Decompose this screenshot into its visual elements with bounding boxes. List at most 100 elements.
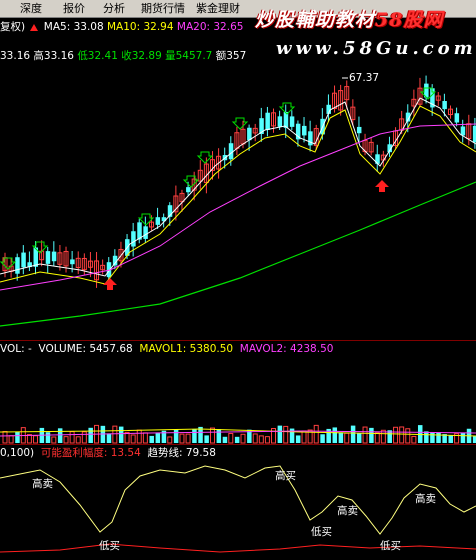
volume-bar: [155, 432, 161, 443]
candle-down: [356, 126, 362, 134]
volume-bar: [252, 433, 258, 444]
open-value: 33.16: [0, 50, 31, 62]
candle-down: [454, 113, 460, 123]
candle-down: [143, 226, 148, 239]
candle-down: [302, 125, 307, 136]
candle-down: [247, 127, 252, 141]
candle-down: [289, 116, 295, 127]
volume-bar: [15, 431, 20, 443]
volume-bar: [338, 432, 344, 443]
volume-bar: [8, 435, 14, 444]
volume-bar: [277, 425, 283, 443]
signal-label: 高卖: [337, 505, 358, 517]
volume-bar: [185, 433, 191, 444]
candlestick-chart[interactable]: [0, 0, 476, 560]
vol-indicator-name: VOL: -: [0, 343, 32, 355]
candle-down: [51, 251, 57, 262]
volume-bar: [301, 430, 307, 444]
volume-bar: [356, 433, 362, 443]
quote-info-bar: 33.16 高33.16 低32.41 收32.89 量5457.7 额357: [0, 50, 246, 63]
trend-value: 趋势线: 79.58: [147, 447, 216, 459]
volume-bar: [424, 431, 429, 443]
buy-arrow-icon: [103, 278, 117, 290]
volume-bar: [173, 429, 179, 443]
panel-divider: [0, 340, 476, 341]
volume-bar: [332, 427, 338, 443]
volume-bar: [118, 426, 124, 443]
high-value: 高33.16: [33, 50, 74, 62]
ma20-value: MA20: 32.65: [176, 21, 244, 33]
volume-info-bar: VOL: - VOLUME: 5457.68 MAVOL1: 5380.50 M…: [0, 343, 333, 356]
mavol1-value: MAVOL1: 5380.50: [139, 343, 234, 355]
profit-line: [0, 543, 476, 553]
signal-label: 高卖: [415, 493, 436, 505]
volume-bar: [362, 426, 368, 444]
volume-bar: [216, 429, 222, 443]
volume-bar: [430, 432, 435, 443]
volume-bar: [313, 424, 319, 444]
volume-bar: [63, 436, 69, 444]
candle-down: [277, 116, 283, 127]
candle-down: [442, 101, 447, 110]
candle-down: [265, 112, 270, 130]
signal-label: 高卖: [32, 478, 53, 490]
stock-chart-window: 深度 报价 分析 期货行情 紫金理财 复权) MA5: 33.08 MA10: …: [0, 0, 476, 560]
adjust-mode-label: 复权): [0, 21, 26, 33]
watermark-url: www.58Gu.com: [276, 38, 476, 59]
volume-bar: [228, 432, 234, 444]
ma10-value: MA10: 32.94: [107, 21, 174, 33]
candle-down: [131, 231, 136, 247]
volume-bar: [136, 429, 142, 444]
signal-label: 低买: [380, 540, 401, 552]
signal-label: 高买: [275, 470, 296, 482]
volume-bar: [350, 425, 356, 443]
volume-bar: [405, 428, 411, 444]
volume-bar: [57, 428, 63, 443]
volume-bar: [222, 436, 228, 443]
volume-bar: [411, 435, 417, 444]
volume-bar: [234, 436, 240, 443]
ma20-line: [0, 123, 476, 291]
volume-bar: [106, 433, 112, 443]
candle-down: [228, 143, 234, 160]
signal-params: 0,100): [0, 447, 35, 459]
candle-down: [460, 126, 466, 136]
volume-bar: [2, 430, 8, 444]
watermark-title: 炒股輔助教材58股网: [255, 9, 444, 31]
trend-line: [0, 465, 476, 535]
low-value: 低32.41: [77, 50, 118, 62]
candle-down: [15, 257, 20, 274]
volume-bar: [204, 435, 209, 443]
volume-bar: [179, 433, 185, 444]
volume-bar: [69, 431, 75, 444]
volume-bar: [295, 435, 301, 443]
volume-bar: [448, 435, 453, 443]
volume-bar: [436, 432, 441, 443]
volume-bar: [149, 435, 154, 443]
ma5-line: [0, 97, 476, 277]
volume-bar: [33, 435, 39, 444]
signal-label: 低买: [99, 540, 120, 552]
profit-value: 可能盈利幅度: 13.54: [40, 447, 141, 459]
sell-arrow-icon: [231, 117, 249, 130]
amount-value: 额357: [215, 50, 247, 62]
volume-bar: [192, 429, 197, 443]
vol-value: VOLUME: 5457.68: [38, 343, 133, 355]
volume-bar: [344, 432, 350, 444]
peak-price-label: 67.37: [349, 72, 380, 84]
volume-bar: [130, 434, 136, 444]
volume-bar: [393, 426, 399, 444]
volume-bar: [51, 436, 57, 444]
volume-bar: [369, 427, 374, 443]
volume-bar: [167, 436, 173, 444]
volume-bar: [264, 436, 270, 444]
close-value: 收32.89: [121, 50, 162, 62]
volume-bar: [142, 432, 148, 444]
candle-down: [186, 187, 191, 193]
volume-bar: [75, 436, 81, 444]
arrow-up-icon: [30, 23, 39, 31]
signal-label: 低买: [311, 526, 332, 538]
volume-bar: [45, 432, 51, 443]
volume-bar: [320, 434, 325, 443]
ma5-value: MA5: 33.08: [43, 21, 104, 33]
